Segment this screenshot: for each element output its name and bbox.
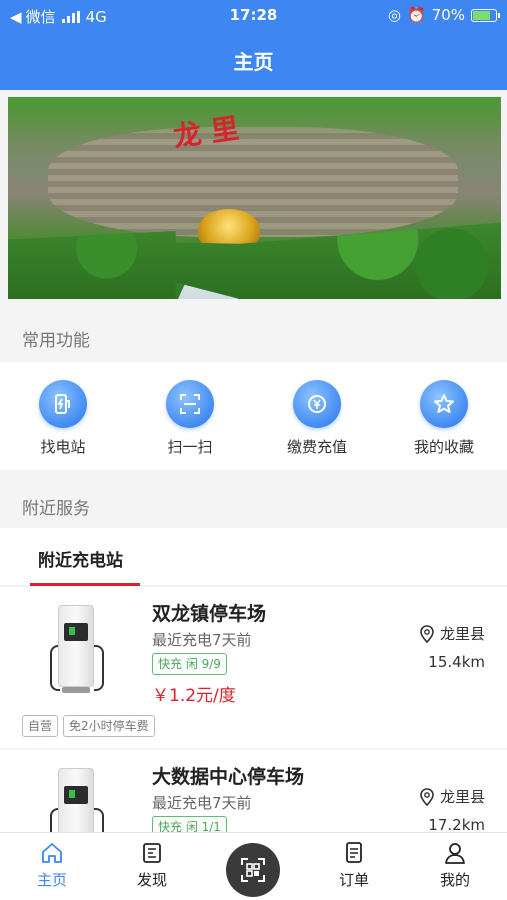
station-tags: 自营 免2小时停车费 <box>22 715 155 737</box>
charger-image <box>50 605 106 695</box>
charging-station-icon <box>39 380 87 428</box>
station-name: 大数据中心停车场 <box>152 766 305 788</box>
orders-icon <box>346 842 362 863</box>
station-location-text: 龙里县 <box>439 788 485 806</box>
header: ◀ 微信 4G 17:28 ◎ ⏰ 70% 主页 <box>0 0 507 90</box>
tab-active-indicator <box>30 583 140 586</box>
nav-orders[interactable]: 订单 <box>314 839 394 890</box>
fast-charge-badge: 快充 闲 9/9 <box>152 653 227 675</box>
nav-discover-label: 发现 <box>136 871 167 889</box>
func-favorites-label: 我的收藏 <box>413 438 474 456</box>
station-price: ￥1.2元/度 <box>152 686 236 706</box>
tab-nearby-stations[interactable]: 附近充电站 <box>38 546 123 571</box>
star-icon <box>420 380 468 428</box>
func-scan-label: 扫一扫 <box>167 438 213 456</box>
func-find-station-label: 找电站 <box>40 438 86 456</box>
station-name: 双龙镇停车场 <box>152 603 267 625</box>
scan-button[interactable] <box>226 843 280 897</box>
function-grid: 找电站 扫一扫 缴费充值 我的收藏 <box>0 362 507 470</box>
section-nearby: 附近服务 <box>0 480 507 528</box>
func-find-station[interactable]: 找电站 <box>8 380 118 457</box>
section-nearby-title: 附近服务 <box>22 499 90 519</box>
station-card[interactable]: 双龙镇停车场 最近充电7天前 快充 闲 9/9 ￥1.2元/度 龙里县 15.4… <box>0 587 507 749</box>
station-location: 龙里县 <box>420 623 485 644</box>
func-scan[interactable]: 扫一扫 <box>135 380 245 457</box>
user-icon <box>445 843 465 864</box>
status-right: ◎ ⏰ 70% <box>387 6 500 24</box>
nearby-tabbar: 附近充电站 <box>0 528 507 586</box>
banner-image[interactable]: 龙 里 <box>8 97 501 299</box>
scan-icon <box>166 380 214 428</box>
location-pin-icon <box>420 624 434 643</box>
nav-orders-label: 订单 <box>338 871 369 889</box>
func-recharge[interactable]: 缴费充值 <box>262 380 372 457</box>
tag-free-parking: 免2小时停车费 <box>63 715 155 737</box>
station-last-charge: 最近充电7天前 <box>152 794 252 812</box>
station-last-charge: 最近充电7天前 <box>152 631 252 649</box>
station-location: 龙里县 <box>420 786 485 807</box>
location-pin-icon <box>420 787 434 806</box>
station-distance: 15.4km <box>428 653 485 671</box>
home-icon <box>42 843 62 863</box>
nav-home-label: 主页 <box>36 871 67 889</box>
page-title: 主页 <box>233 50 274 74</box>
section-common: 常用功能 <box>0 312 507 360</box>
section-common-title: 常用功能 <box>22 331 90 351</box>
battery-icon <box>471 8 500 22</box>
nav-mine[interactable]: 我的 <box>415 839 495 890</box>
alarm-icon: ⏰ <box>406 6 426 24</box>
battery-percent: 70% <box>431 6 465 24</box>
func-recharge-label: 缴费充值 <box>286 438 347 456</box>
lock-rotation-icon: ◎ <box>387 6 401 24</box>
nav-mine-label: 我的 <box>439 871 470 889</box>
nav-home[interactable]: 主页 <box>12 839 92 890</box>
func-favorites[interactable]: 我的收藏 <box>389 380 499 457</box>
station-location-text: 龙里县 <box>439 625 485 643</box>
tag-self-operated: 自营 <box>22 715 59 737</box>
recharge-yuan-icon <box>293 380 341 428</box>
nav-discover[interactable]: 发现 <box>112 839 192 890</box>
qr-scan-icon <box>241 858 265 882</box>
station-card[interactable]: 大数据中心停车场 最近充电7天前 快充 闲 1/1 龙里县 17.2km <box>0 750 507 856</box>
bottom-nav: 主页 发现 订单 我的 <box>0 832 507 900</box>
status-bar: ◀ 微信 4G 17:28 ◎ ⏰ 70% <box>0 6 507 28</box>
discover-icon <box>143 843 161 863</box>
app-root: ◀ 微信 4G 17:28 ◎ ⏰ 70% 主页 龙 里 常用功能 找电站 扫一… <box>0 0 507 900</box>
banner-foliage-top <box>8 97 501 137</box>
